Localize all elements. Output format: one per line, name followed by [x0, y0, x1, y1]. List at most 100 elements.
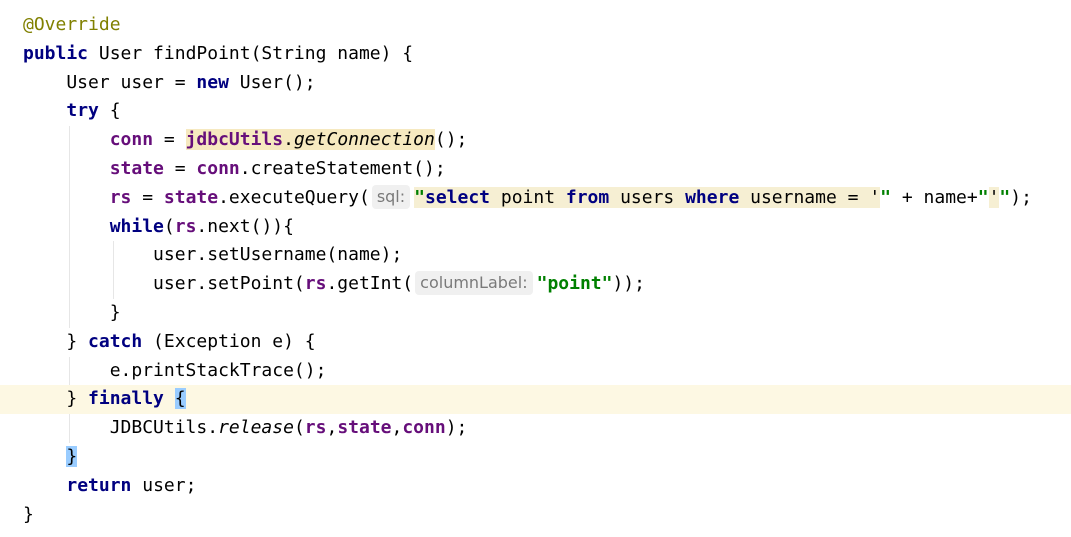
- keyword-token: catch: [88, 330, 143, 352]
- code-token: (Exception e) {: [142, 330, 316, 352]
- code-line[interactable]: conn = jdbcUtils.getConnection();: [0, 126, 1071, 155]
- code-token: ,: [326, 417, 338, 439]
- field-token: state: [163, 186, 219, 208]
- indent-guide: [113, 241, 114, 271]
- indent-guide: [69, 241, 70, 271]
- string-token: ": [880, 186, 892, 208]
- code-token: .next()){: [196, 215, 294, 237]
- keyword-token: select: [424, 186, 491, 208]
- keyword-token: where: [685, 186, 740, 208]
- indent-guide: [69, 183, 70, 213]
- keyword-token: return: [66, 474, 132, 496]
- field-token: jdbcUtils: [185, 129, 284, 151]
- code-token: =: [153, 129, 186, 151]
- field-token: rs: [174, 215, 197, 237]
- code-token: =: [131, 186, 164, 208]
- indent-guide: [69, 356, 70, 386]
- code-token: ': [988, 186, 1000, 208]
- indent-guide: [113, 270, 114, 299]
- method-token: release: [218, 417, 294, 439]
- code-token: );: [1010, 186, 1032, 208]
- code-token: .getInt(: [326, 273, 414, 295]
- string-token: ": [414, 186, 425, 208]
- code-token: (: [293, 417, 305, 439]
- method-token: getConnection: [293, 129, 435, 151]
- code-line[interactable]: }: [0, 501, 1071, 530]
- keyword-token: new: [196, 71, 229, 93]
- keyword-token: from: [565, 186, 610, 208]
- code-line[interactable]: try {: [0, 97, 1071, 126]
- indent-guide: [69, 212, 70, 242]
- field-token: rs: [304, 273, 327, 295]
- code-line[interactable]: while(rs.next()){: [0, 212, 1071, 242]
- code-token: User findPoint(String name) {: [88, 42, 414, 64]
- code-line[interactable]: }: [0, 443, 1071, 472]
- code-token: }: [23, 388, 89, 410]
- code-token: }: [23, 503, 34, 525]
- code-line[interactable]: public User findPoint(String name) {: [0, 40, 1071, 69]
- code-token: =: [163, 157, 197, 179]
- code-line[interactable]: return user;: [0, 472, 1071, 501]
- code-line[interactable]: rs = state.executeQuery(sql: "select poin…: [0, 183, 1071, 213]
- code-line[interactable]: state = conn.createStatement();: [0, 154, 1071, 184]
- code-line[interactable]: @Override: [0, 11, 1071, 40]
- code-line[interactable]: JDBCUtils.release(rs,state,conn);: [0, 414, 1071, 443]
- code-line[interactable]: e.printStackTrace();: [0, 356, 1071, 386]
- indent-guide: [69, 298, 70, 328]
- code-token: + name+: [891, 186, 978, 208]
- field-token: rs: [109, 186, 132, 208]
- code-token: user.setPoint(: [23, 273, 305, 295]
- code-token: ();: [434, 129, 468, 151]
- field-token: rs: [304, 417, 327, 439]
- code-token: }: [23, 330, 89, 352]
- matched-brace: {: [174, 388, 186, 410]
- indent-guide: [69, 154, 70, 184]
- code-editor[interactable]: @Override public User findPoint(String na…: [0, 11, 1071, 529]
- indent-guide: [69, 270, 70, 299]
- annotation-token: @Override: [23, 14, 121, 35]
- code-token: point: [490, 186, 566, 208]
- code-token: user;: [131, 474, 197, 496]
- code-line[interactable]: user.setUsername(name);: [0, 241, 1071, 271]
- parameter-hint: sql:: [371, 184, 411, 209]
- code-token: username = ': [739, 186, 881, 208]
- code-token: user.setUsername(name);: [23, 244, 403, 266]
- code-token: .executeQuery(: [218, 186, 370, 208]
- field-token: conn: [109, 129, 154, 151]
- field-token: state: [337, 417, 392, 439]
- code-token: ));: [612, 273, 645, 295]
- parameter-hint: columnLabel:: [415, 271, 533, 296]
- matched-brace: }: [66, 445, 78, 467]
- code-token: User();: [228, 71, 316, 93]
- code-token: }: [23, 301, 121, 323]
- code-line[interactable]: } catch (Exception e) {: [0, 328, 1071, 357]
- field-token: conn: [402, 417, 446, 439]
- code-line[interactable]: User user = new User();: [0, 69, 1071, 98]
- keyword-token: while: [109, 215, 164, 237]
- code-line[interactable]: user.setPoint(rs.getInt(columnLabel: "poi…: [0, 270, 1071, 299]
- code-token: );: [445, 417, 468, 439]
- code-line[interactable]: } finally {: [0, 385, 1071, 415]
- keyword-token: try: [66, 100, 99, 122]
- code-token: .createStatement();: [239, 157, 446, 179]
- indent-guide: [69, 414, 70, 443]
- string-token: "point": [536, 273, 613, 295]
- code-token: (: [163, 215, 175, 237]
- indent-guide: [69, 126, 70, 155]
- string-token: ": [977, 186, 989, 208]
- string-token: ": [999, 186, 1011, 208]
- keyword-token: public: [23, 42, 89, 64]
- field-token: conn: [196, 157, 240, 179]
- code-token: User user =: [23, 71, 197, 93]
- code-line[interactable]: }: [0, 298, 1071, 328]
- field-token: state: [109, 157, 164, 179]
- code-token: .: [283, 129, 294, 151]
- code-token: ,: [391, 417, 403, 439]
